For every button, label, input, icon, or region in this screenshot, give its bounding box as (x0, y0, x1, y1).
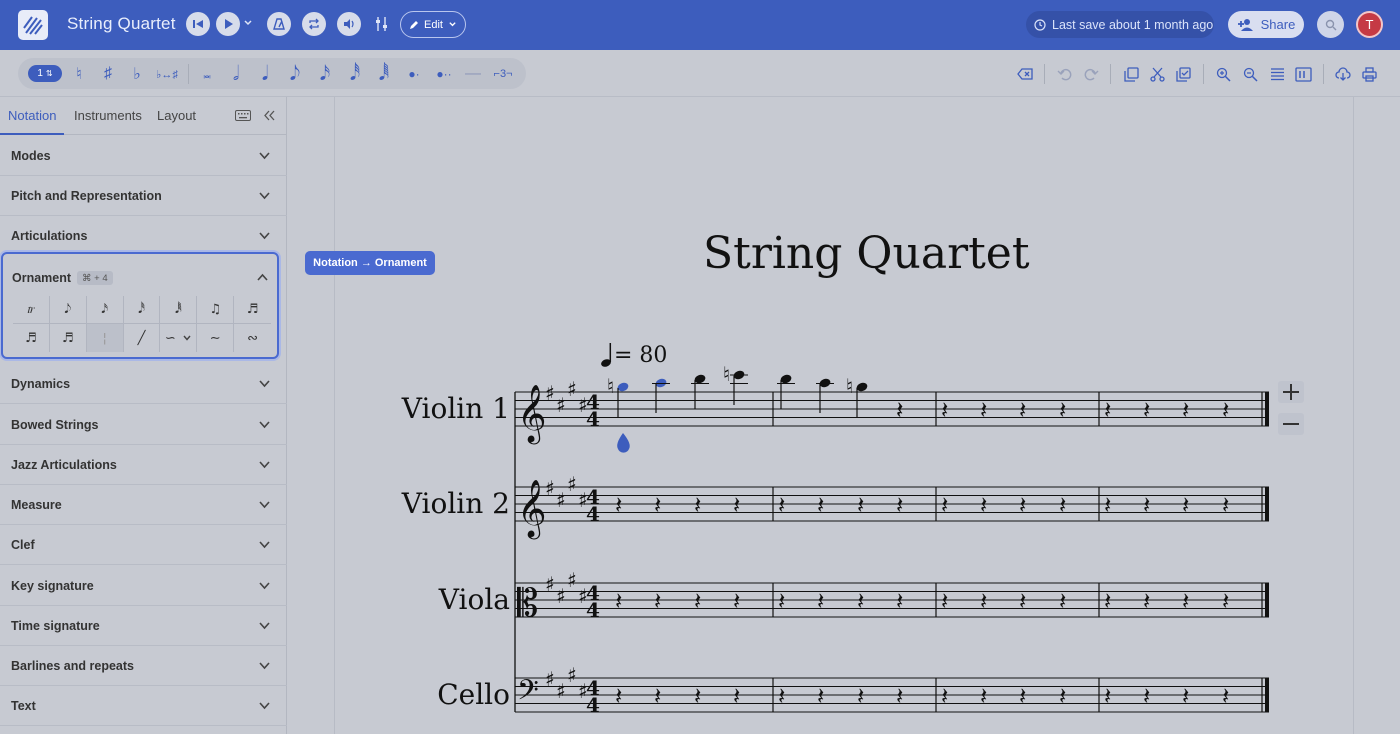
quarter-rest-icon: 𝄽 (1222, 396, 1229, 424)
quarter-rest-icon: 𝄽 (654, 587, 661, 615)
quarter-rest-icon: 𝄽 (733, 682, 740, 710)
clef-icon: 𝄡 (517, 581, 538, 625)
key-sharp-icon: ♯ (567, 377, 577, 401)
quarter-rest-icon: 𝄽 (980, 491, 987, 519)
key-sharp-icon: ♯ (556, 584, 566, 608)
key-sharp-icon: ♯ (567, 568, 577, 592)
quarter-rest-icon: 𝄽 (1019, 682, 1026, 710)
key-sharp-icon: ♯ (545, 667, 555, 691)
quarter-rest-icon: 𝄽 (1143, 491, 1150, 519)
quarter-rest-icon: 𝄽 (1059, 396, 1066, 424)
clef-icon: 𝄢 (517, 674, 539, 714)
quarter-rest-icon: 𝄽 (896, 682, 903, 710)
time-signature-denominator: 4 (586, 502, 600, 526)
quarter-rest-icon: 𝄽 (1182, 587, 1189, 615)
quarter-rest-icon: 𝄽 (778, 491, 785, 519)
quarter-rest-icon: 𝄽 (817, 587, 824, 615)
key-sharp-icon: ♯ (567, 663, 577, 687)
quarter-rest-icon: 𝄽 (857, 587, 864, 615)
quarter-rest-icon: 𝄽 (896, 587, 903, 615)
quarter-rest-icon: 𝄽 (1104, 396, 1111, 424)
time-signature-denominator: 4 (586, 598, 600, 622)
quarter-rest-icon: 𝄽 (1182, 682, 1189, 710)
quarter-rest-icon: 𝄽 (941, 682, 948, 710)
quarter-rest-icon: 𝄽 (1059, 587, 1066, 615)
quarter-rest-icon: 𝄽 (654, 491, 661, 519)
time-signature-denominator: 4 (586, 693, 600, 717)
natural-accidental-icon: ♮ (846, 374, 853, 398)
quarter-rest-icon: 𝄽 (778, 682, 785, 710)
quarter-rest-icon: 𝄽 (1059, 491, 1066, 519)
quarter-rest-icon: 𝄽 (1104, 587, 1111, 615)
quarter-rest-icon: 𝄽 (1222, 682, 1229, 710)
key-sharp-icon: ♯ (545, 476, 555, 500)
score-notation[interactable]: 𝄞♯ ♯♯♯44 𝄽 𝄽 𝄽 𝄽 𝄽 𝄽 𝄽 𝄽 𝄽𝄞♯ ♯♯♯44 𝄽 𝄽 𝄽 𝄽 𝄽 𝄽 𝄽 𝄽 𝄽 𝄽 𝄽 𝄽 𝄽 𝄽 𝄽 𝄽𝄡… (0, 0, 1400, 734)
final-barline (1265, 487, 1269, 521)
final-barline (1265, 678, 1269, 712)
quarter-rest-icon: 𝄽 (694, 587, 701, 615)
clef-icon: 𝄞 (517, 384, 547, 445)
quarter-rest-icon: 𝄽 (941, 587, 948, 615)
quarter-rest-icon: 𝄽 (778, 587, 785, 615)
quarter-rest-icon: 𝄽 (1182, 491, 1189, 519)
quarter-rest-icon: 𝄽 (1143, 396, 1150, 424)
quarter-rest-icon: 𝄽 (1222, 491, 1229, 519)
quarter-rest-icon: 𝄽 (694, 682, 701, 710)
quarter-rest-icon: 𝄽 (857, 491, 864, 519)
quarter-rest-icon: 𝄽 (1019, 491, 1026, 519)
quarter-rest-icon: 𝄽 (1143, 587, 1150, 615)
quarter-rest-icon: 𝄽 (896, 396, 903, 424)
input-cursor-icon (617, 433, 630, 453)
quarter-rest-icon: 𝄽 (980, 682, 987, 710)
quarter-rest-icon: 𝄽 (980, 587, 987, 615)
add-staff-button[interactable] (1278, 381, 1304, 403)
quarter-rest-icon: 𝄽 (817, 682, 824, 710)
quarter-rest-icon: 𝄽 (1059, 682, 1066, 710)
quarter-rest-icon: 𝄽 (817, 491, 824, 519)
key-sharp-icon: ♯ (545, 572, 555, 596)
quarter-rest-icon: 𝄽 (615, 491, 622, 519)
time-signature-denominator: 4 (586, 407, 600, 431)
quarter-rest-icon: 𝄽 (1143, 682, 1150, 710)
quarter-rest-icon: 𝄽 (1104, 491, 1111, 519)
quarter-rest-icon: 𝄽 (733, 587, 740, 615)
quarter-rest-icon: 𝄽 (941, 491, 948, 519)
quarter-rest-icon: 𝄽 (615, 682, 622, 710)
clef-icon: 𝄞 (517, 479, 547, 540)
key-sharp-icon: ♯ (556, 393, 566, 417)
quarter-rest-icon: 𝄽 (654, 682, 661, 710)
quarter-rest-icon: 𝄽 (733, 491, 740, 519)
final-barline (1265, 583, 1269, 617)
quarter-rest-icon: 𝄽 (1104, 682, 1111, 710)
quarter-rest-icon: 𝄽 (857, 682, 864, 710)
key-sharp-icon: ♯ (545, 381, 555, 405)
quarter-rest-icon: 𝄽 (941, 396, 948, 424)
quarter-rest-icon: 𝄽 (980, 396, 987, 424)
quarter-rest-icon: 𝄽 (896, 491, 903, 519)
natural-accidental-icon: ♮ (723, 362, 730, 386)
quarter-rest-icon: 𝄽 (1019, 396, 1026, 424)
natural-accidental-icon: ♮ (607, 374, 614, 398)
key-sharp-icon: ♯ (556, 488, 566, 512)
key-sharp-icon: ♯ (567, 472, 577, 496)
remove-staff-button[interactable] (1278, 413, 1304, 435)
key-sharp-icon: ♯ (556, 679, 566, 703)
quarter-rest-icon: 𝄽 (1182, 396, 1189, 424)
final-barline (1265, 392, 1269, 426)
quarter-rest-icon: 𝄽 (694, 491, 701, 519)
quarter-rest-icon: 𝄽 (615, 587, 622, 615)
quarter-rest-icon: 𝄽 (1019, 587, 1026, 615)
quarter-rest-icon: 𝄽 (1222, 587, 1229, 615)
